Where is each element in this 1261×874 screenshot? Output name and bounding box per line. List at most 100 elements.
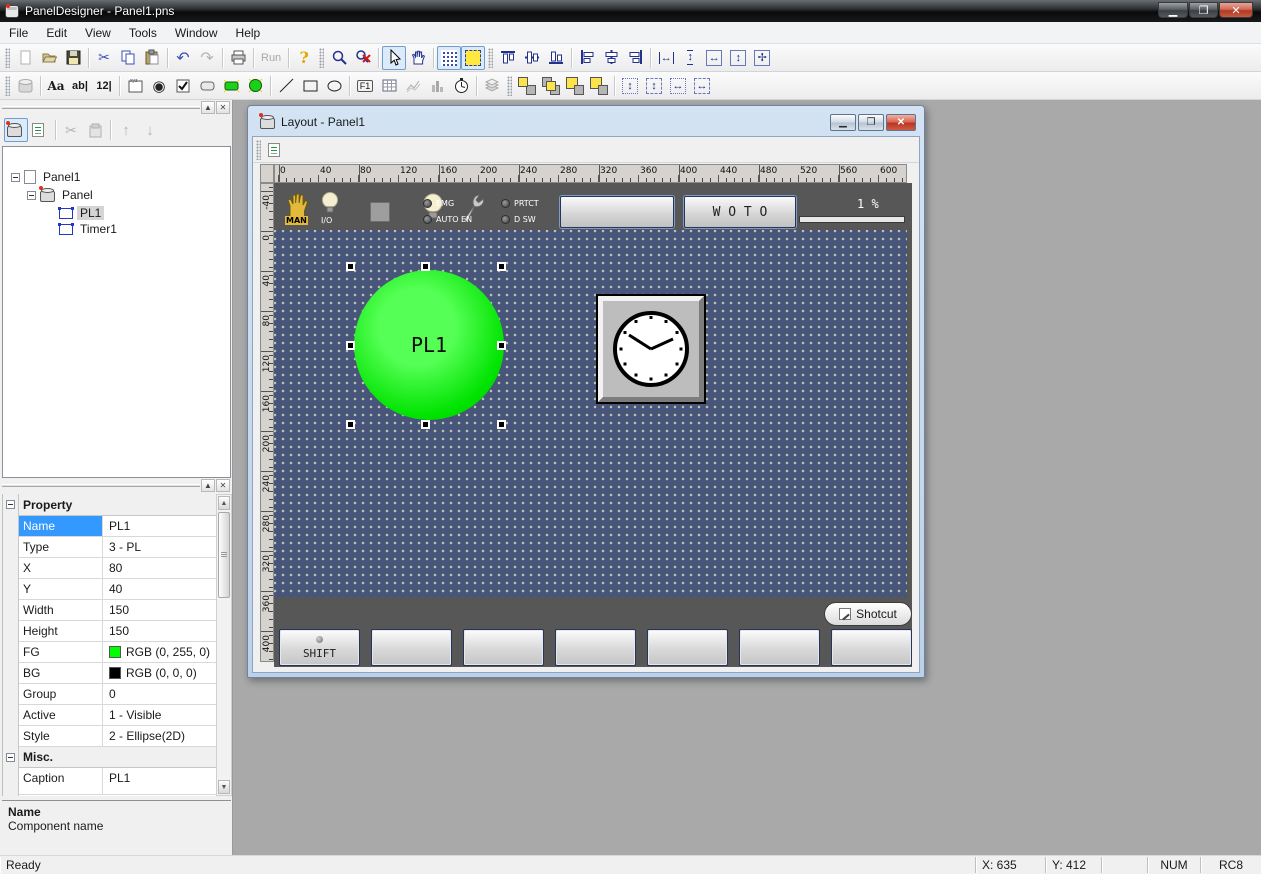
selection-handle-w[interactable] (346, 341, 355, 350)
cut-component-icon[interactable]: ✂ (59, 118, 83, 142)
pan-hand-icon[interactable] (406, 46, 430, 70)
same-width-icon[interactable]: ↔ (654, 46, 678, 70)
align-bottom-icon[interactable] (544, 46, 568, 70)
function-button-5[interactable] (647, 629, 728, 666)
bring-to-front-icon[interactable] (515, 74, 539, 98)
layout-restore-icon[interactable]: ❐ (858, 114, 884, 131)
space-width-icon[interactable]: ↔ (666, 74, 690, 98)
component-tree[interactable]: Panel1 Panel PL1 Timer1 (2, 146, 231, 478)
layout-titlebar[interactable]: Layout - Panel1 ▁ ❐ ✕ (252, 109, 920, 135)
collapse-icon[interactable] (6, 500, 15, 509)
tree-node-pl1[interactable]: PL1 (59, 205, 104, 221)
tree-node-label-selected[interactable]: PL1 (77, 206, 104, 220)
button-icon[interactable] (195, 74, 219, 98)
tree-node-panel[interactable]: Panel (27, 187, 96, 203)
save-icon[interactable] (61, 46, 85, 70)
script-view-icon[interactable] (28, 118, 52, 142)
shotcut-button[interactable]: Shotcut (824, 602, 912, 626)
design-surface[interactable]: PL1 (274, 230, 907, 597)
collapse-icon[interactable] (6, 753, 15, 762)
lamp-round-icon[interactable] (243, 74, 267, 98)
space-height2-icon[interactable]: ↕ (642, 74, 666, 98)
pointer-icon[interactable] (382, 46, 406, 70)
property-name[interactable]: Name (19, 516, 103, 536)
toolbar-grip[interactable] (5, 76, 10, 96)
property-name[interactable]: Height (19, 621, 103, 641)
property-row-bg[interactable]: BG RGB (0, 0, 0) (19, 663, 216, 684)
align-left-icon[interactable] (575, 46, 599, 70)
property-scrollbar[interactable]: ▲ ▼ (216, 494, 232, 796)
pane-collapse-icon[interactable]: ▲ (201, 479, 215, 492)
minimize-button[interactable]: ▁ (1158, 2, 1188, 18)
zoom-icon[interactable] (327, 46, 351, 70)
layout-window[interactable]: Layout - Panel1 ▁ ❐ ✕ 040 80120 160200 2… (247, 105, 925, 678)
selection-handle-e[interactable] (497, 341, 506, 350)
property-value[interactable]: PL1 (103, 768, 216, 794)
function-button-7[interactable] (831, 629, 912, 666)
property-value[interactable]: PL1 (103, 516, 216, 536)
menu-view[interactable]: View (76, 23, 120, 43)
scroll-thumb[interactable] (218, 512, 230, 598)
toolbar-grip[interactable] (319, 48, 324, 68)
timer-clock-widget[interactable] (596, 294, 706, 404)
bg-color-swatch[interactable] (109, 667, 121, 679)
property-row[interactable]: Width 150 (19, 600, 216, 621)
toolbar-grip[interactable] (5, 48, 10, 68)
line-chart-icon[interactable] (401, 74, 425, 98)
align-center-icon[interactable] (599, 46, 623, 70)
property-value[interactable]: 3 - PL (103, 537, 216, 557)
align-middle-icon[interactable] (520, 46, 544, 70)
auto-en-radio[interactable] (423, 215, 432, 224)
property-name[interactable]: Group (19, 684, 103, 704)
lamp-rect-icon[interactable] (219, 74, 243, 98)
copy-icon[interactable] (116, 46, 140, 70)
toolbar-grip[interactable] (488, 48, 493, 68)
pane-collapse-icon[interactable]: ▲ (201, 101, 215, 114)
print-icon[interactable] (226, 46, 250, 70)
menu-tools[interactable]: Tools (120, 23, 166, 43)
radio-icon[interactable]: ◉ (147, 74, 171, 98)
property-name[interactable]: Width (19, 600, 103, 620)
layers-icon[interactable] (480, 74, 504, 98)
run-button[interactable]: Run (257, 52, 285, 64)
close-button[interactable]: ✕ (1219, 2, 1253, 18)
property-row[interactable]: Active 1 - Visible (19, 705, 216, 726)
grid-icon[interactable] (437, 46, 461, 70)
property-name[interactable]: Caption (19, 768, 103, 794)
d-sw-radio[interactable] (501, 215, 510, 224)
property-value[interactable]: 150 (103, 621, 216, 641)
property-name[interactable]: X (19, 558, 103, 578)
function-key-icon[interactable]: F1 (353, 74, 377, 98)
size-height-icon[interactable]: ↕ (726, 46, 750, 70)
menu-help[interactable]: Help (227, 23, 270, 43)
timer-icon[interactable] (449, 74, 473, 98)
function-button-3[interactable] (463, 629, 544, 666)
paste-icon[interactable] (140, 46, 164, 70)
collapse-icon[interactable] (27, 191, 36, 200)
bar-chart-icon[interactable] (425, 74, 449, 98)
menu-edit[interactable]: Edit (37, 23, 76, 43)
send-backward-icon[interactable] (563, 74, 587, 98)
align-top-icon[interactable] (496, 46, 520, 70)
property-value[interactable]: RGB (0, 255, 0) (103, 642, 216, 662)
property-name[interactable]: BG (19, 663, 103, 683)
function-button-2[interactable] (371, 629, 452, 666)
pane-close-icon[interactable]: ✕ (216, 479, 230, 492)
prtct-radio[interactable] (501, 199, 510, 208)
tree-node-timer1[interactable]: Timer1 (59, 221, 120, 237)
property-value[interactable]: RGB (0, 0, 0) (103, 663, 216, 683)
grid-fill-icon[interactable] (461, 46, 485, 70)
redo-icon[interactable]: ↷ (195, 46, 219, 70)
size-width-icon[interactable]: ↔ (702, 46, 726, 70)
help-icon[interactable]: ? (292, 46, 316, 70)
line-icon[interactable] (274, 74, 298, 98)
cut-icon[interactable]: ✂ (92, 46, 116, 70)
selection-handle-ne[interactable] (497, 262, 506, 271)
selection-handle-nw[interactable] (346, 262, 355, 271)
page-script-icon[interactable] (264, 138, 288, 162)
scroll-up-icon[interactable]: ▲ (218, 496, 230, 510)
textbox-icon[interactable]: ab| (68, 74, 92, 98)
tree-node-label[interactable]: Panel (59, 188, 96, 202)
toolbar-grip[interactable] (256, 140, 261, 160)
undo-icon[interactable]: ↶ (171, 46, 195, 70)
